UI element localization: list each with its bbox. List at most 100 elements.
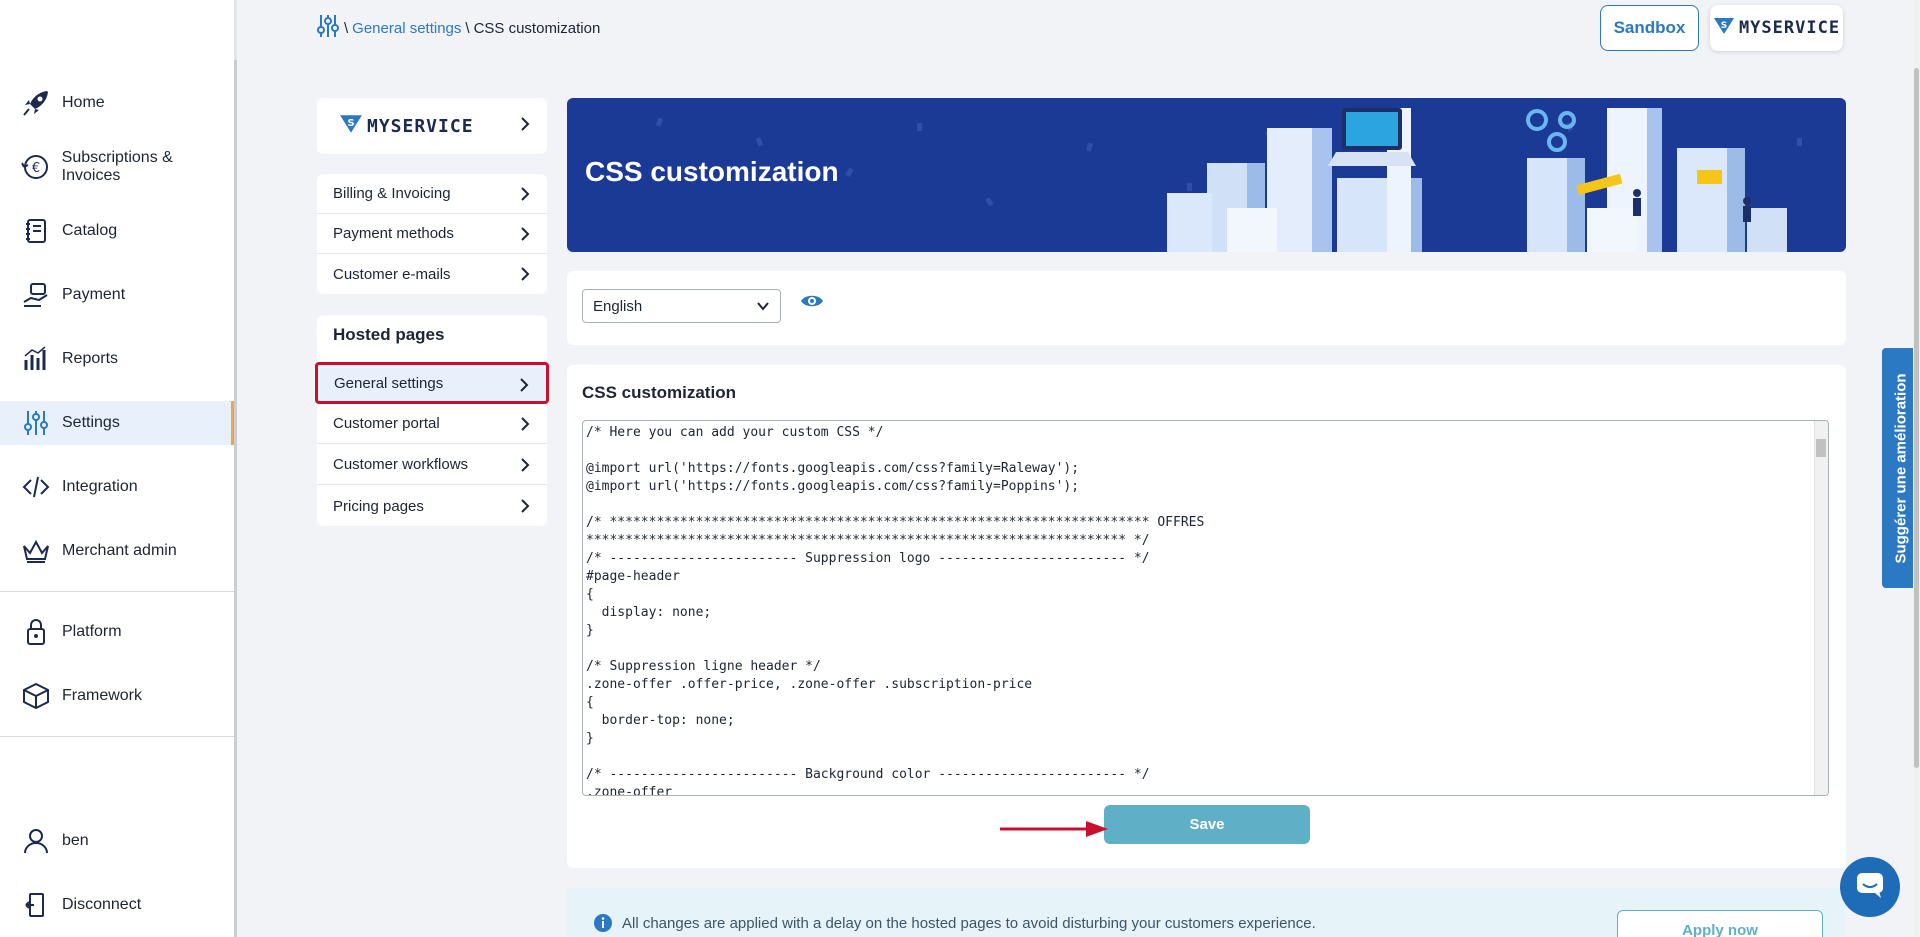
rocket-icon xyxy=(20,87,52,119)
language-selected-value: English xyxy=(593,297,643,315)
menu-item-pricing-pages[interactable]: Pricing pages xyxy=(317,486,547,526)
brand-name: MYSERVICE xyxy=(367,115,474,137)
nav-label: Settings xyxy=(62,414,120,431)
nav-item-platform[interactable]: Platform xyxy=(0,610,234,654)
nav-label: Home xyxy=(62,94,105,111)
breadcrumb-current: CSS customization xyxy=(473,19,601,37)
page-banner: CSS customization xyxy=(567,98,1846,252)
sliders-icon[interactable] xyxy=(316,13,340,43)
left-navigation: Home € Subscriptions & Invoices Catalog … xyxy=(0,0,237,937)
nav-item-payment[interactable]: Payment xyxy=(0,273,234,317)
menu-label: Customer workflows xyxy=(333,456,469,473)
nav-label: Reports xyxy=(62,350,119,367)
sliders-icon xyxy=(20,407,52,439)
box-icon xyxy=(20,680,52,712)
brand-selector-card[interactable]: S MYSERVICE xyxy=(317,98,547,154)
menu-label: Billing & Invoicing xyxy=(333,185,451,202)
breadcrumb-separator: \ xyxy=(344,19,349,37)
chevron-right-icon xyxy=(519,226,531,246)
catalog-icon xyxy=(20,215,52,247)
menu-item-payment-methods[interactable]: Payment methods xyxy=(317,214,547,254)
chevron-right-icon xyxy=(518,377,530,397)
code-icon xyxy=(20,471,52,503)
nav-item-home[interactable]: Home xyxy=(0,81,234,125)
page-title: CSS customization xyxy=(585,156,839,187)
chevron-right-icon xyxy=(519,116,531,137)
menu-item-customer-emails[interactable]: Customer e-mails xyxy=(317,254,547,294)
nav-item-subscriptions[interactable]: € Subscriptions & Invoices xyxy=(0,145,234,189)
nav-label: Platform xyxy=(62,623,122,640)
editor-scrollbar-thumb[interactable] xyxy=(1816,439,1826,457)
chat-button[interactable] xyxy=(1840,857,1900,917)
chevron-down-icon xyxy=(756,299,770,317)
sandbox-button[interactable]: Sandbox xyxy=(1600,5,1699,51)
info-icon xyxy=(593,913,613,937)
apply-now-button[interactable]: Apply now xyxy=(1617,910,1823,937)
chevron-right-icon xyxy=(519,498,531,518)
euro-cycle-icon: € xyxy=(20,151,52,183)
brand-mark-icon: S xyxy=(1713,16,1735,41)
nav-label: Integration xyxy=(62,478,138,495)
hand-money-icon xyxy=(20,279,52,311)
notice-text: All changes are applied with a delay on … xyxy=(622,915,1316,932)
brand-name: MYSERVICE xyxy=(1738,18,1841,38)
nav-label: Framework xyxy=(62,687,143,704)
menu-label: Pricing pages xyxy=(333,497,424,515)
editor-scrollbar[interactable] xyxy=(1814,421,1828,795)
nav-label: Subscriptions & Invoices xyxy=(61,149,173,184)
menu-item-customer-workflows[interactable]: Customer workflows xyxy=(317,445,547,485)
section-title: CSS customization xyxy=(582,383,736,402)
menu-item-general-settings[interactable]: General settings xyxy=(315,362,549,404)
lock-icon xyxy=(20,616,52,648)
chart-icon xyxy=(20,343,52,375)
brand-mark-icon: S xyxy=(339,113,363,140)
css-code: /* Here you can add your custom CSS */ @… xyxy=(586,425,1205,796)
nav-item-merchant-admin[interactable]: Merchant admin xyxy=(0,529,234,573)
nav-item-reports[interactable]: Reports xyxy=(0,337,234,381)
language-select[interactable]: English xyxy=(582,289,781,323)
notice-banner: All changes are applied with a delay on … xyxy=(567,888,1846,937)
hosted-pages-group: Hosted pages General settings Customer p… xyxy=(315,315,549,526)
preview-eye-icon[interactable] xyxy=(800,293,824,314)
svg-text:S: S xyxy=(1721,21,1727,31)
nav-item-integration[interactable]: Integration xyxy=(0,465,234,509)
nav-label: Catalog xyxy=(62,222,118,239)
svg-text:S: S xyxy=(347,118,354,129)
chevron-right-icon xyxy=(519,416,531,436)
breadcrumb: \ General settings \ CSS customization xyxy=(316,14,600,42)
menu-label: Payment methods xyxy=(333,225,454,242)
css-editor-textarea[interactable]: /* Here you can add your custom CSS */ @… xyxy=(582,420,1829,796)
menu-item-billing-invoicing[interactable]: Billing & Invoicing xyxy=(317,174,547,214)
chevron-right-icon xyxy=(519,457,531,477)
nav-divider xyxy=(0,591,234,592)
annotation-arrow-icon xyxy=(1000,821,1108,837)
menu-label: General settings xyxy=(334,374,444,392)
nav-item-catalog[interactable]: Catalog xyxy=(0,209,234,253)
nav-item-settings[interactable]: Settings xyxy=(0,401,234,445)
menu-item-customer-portal[interactable]: Customer portal xyxy=(317,404,547,444)
chevron-right-icon xyxy=(519,186,531,206)
crown-icon xyxy=(20,535,52,567)
nav-label: ben xyxy=(62,832,89,849)
chat-icon xyxy=(1855,871,1885,904)
nav-item-disconnect[interactable]: Disconnect xyxy=(0,883,234,927)
language-card: English xyxy=(567,271,1846,345)
logout-icon xyxy=(20,889,52,921)
brand-logo-top[interactable]: S MYSERVICE xyxy=(1710,5,1843,51)
nav-item-framework[interactable]: Framework xyxy=(0,674,234,718)
page-scrollbar-thumb[interactable] xyxy=(1914,68,1919,768)
save-button[interactable]: Save xyxy=(1104,805,1310,844)
nav-item-user[interactable]: ben xyxy=(0,819,234,863)
nav-label: Merchant admin xyxy=(62,542,177,559)
breadcrumb-general-settings-link[interactable]: General settings xyxy=(352,20,461,37)
css-customization-card: CSS customization /* Here you can add yo… xyxy=(567,365,1846,868)
nav-scrollbar[interactable] xyxy=(234,60,237,937)
chevron-right-icon xyxy=(519,266,531,286)
menu-label: Customer e-mails xyxy=(333,265,451,283)
hosted-pages-title: Hosted pages xyxy=(333,325,445,344)
user-icon xyxy=(20,825,52,857)
menu-label: Customer portal xyxy=(333,415,440,432)
nav-label: Disconnect xyxy=(62,896,142,913)
suggest-label: Suggérer une amélioration xyxy=(1892,372,1910,564)
svg-text:€: € xyxy=(32,161,40,176)
